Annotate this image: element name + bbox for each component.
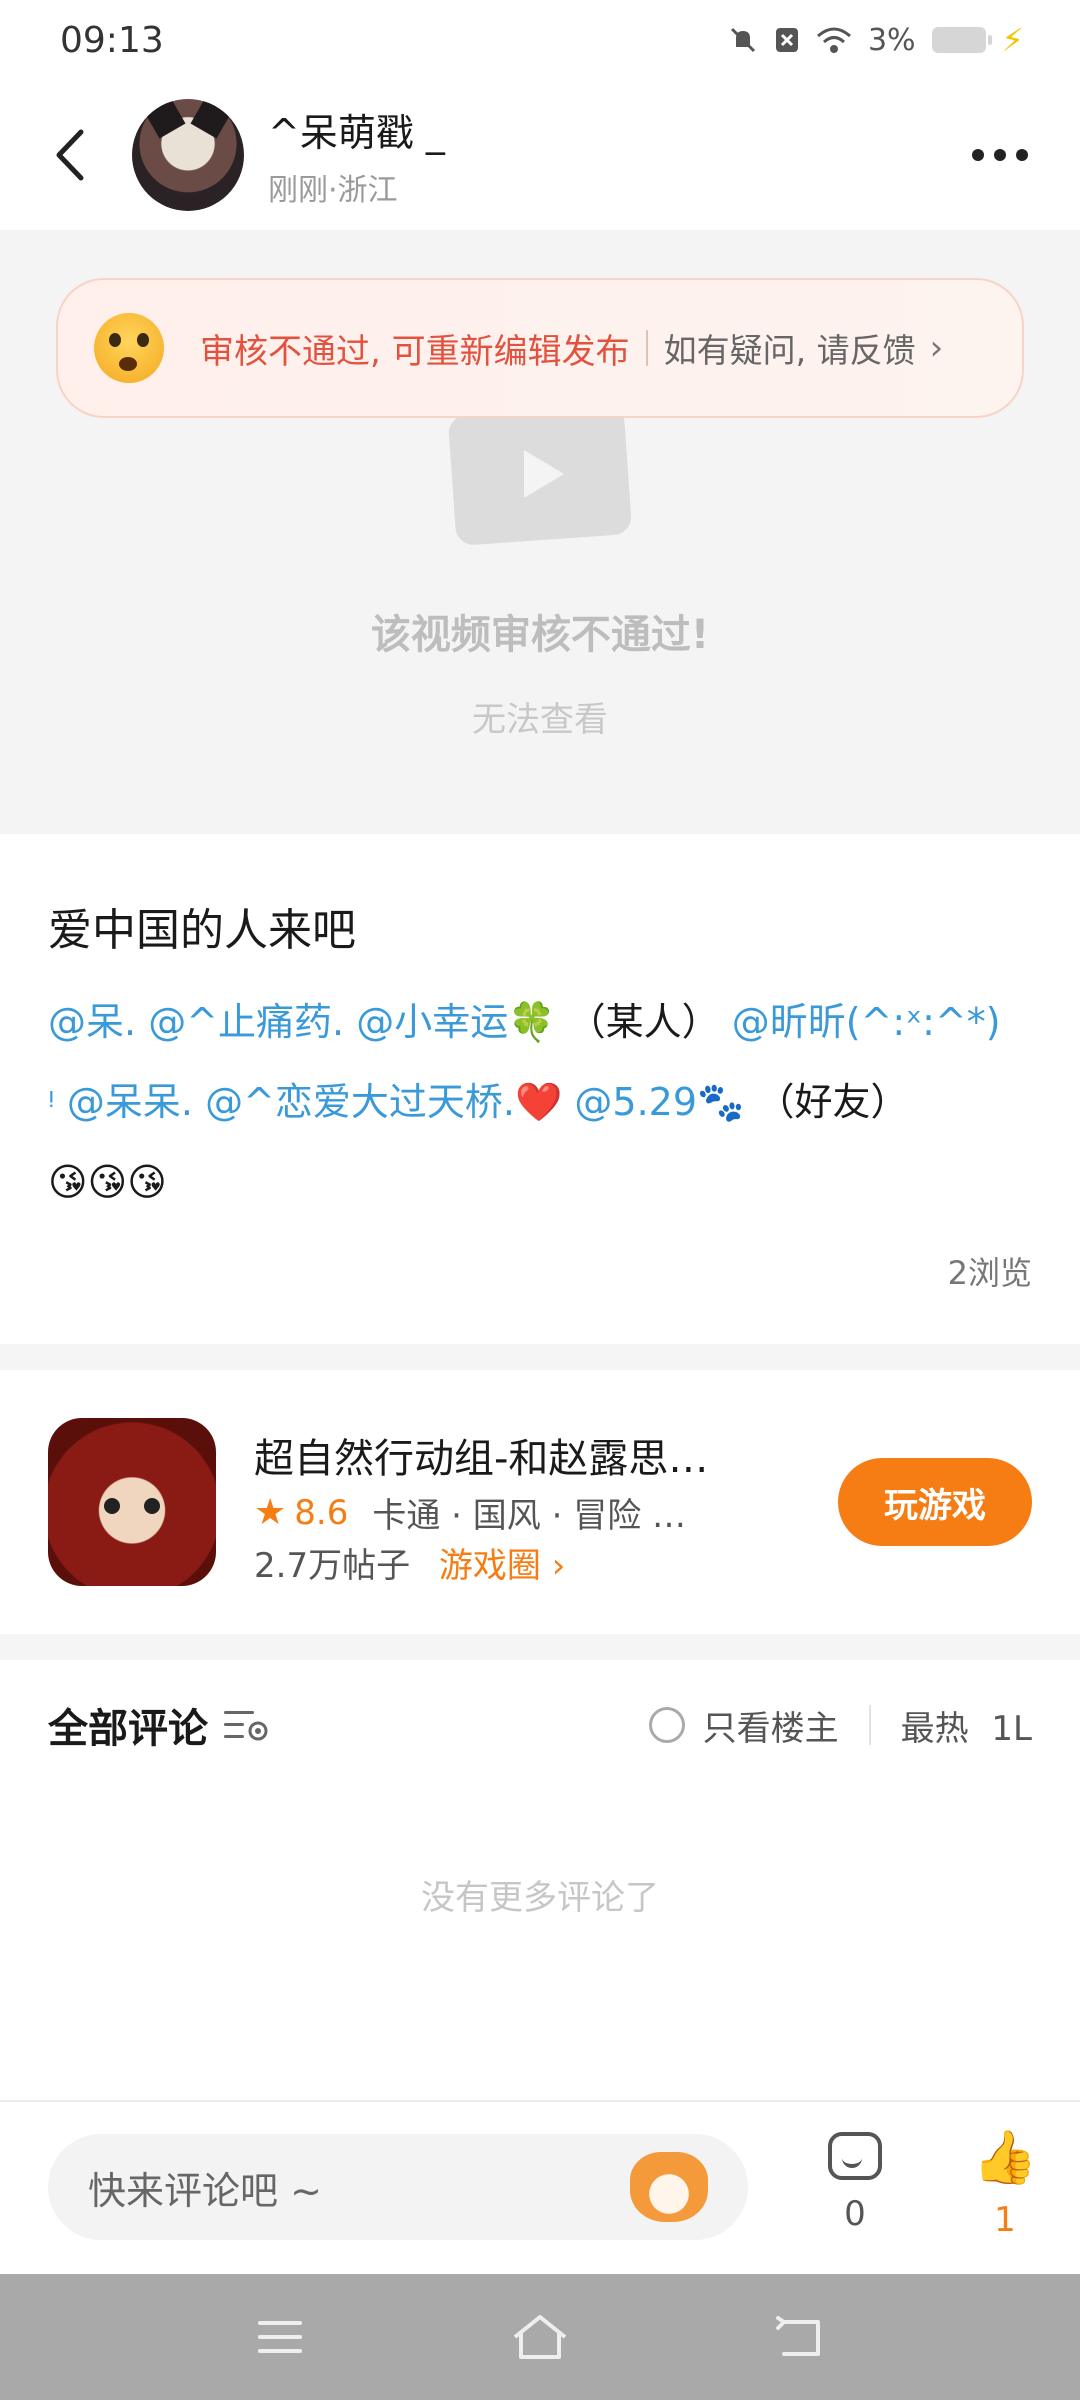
mention-link[interactable]: @呆. xyxy=(48,1000,136,1044)
no-more-comments: 没有更多评论了 xyxy=(421,1878,659,1918)
back-arrow-icon xyxy=(776,2316,820,2356)
post-header: ^呆萌戳 _ 刚刚·浙江 xyxy=(0,80,1080,230)
game-circle-link[interactable]: 游戏圈 › xyxy=(439,1546,565,1586)
status-time: 09:13 xyxy=(60,19,164,61)
avatar-ear-left xyxy=(144,99,186,139)
user-name: ^呆萌戳 _ xyxy=(268,110,445,155)
view-count: 2浏览 xyxy=(947,1254,1032,1292)
only-op-label: 只看楼主 xyxy=(702,1708,839,1749)
game-tags: 卡通 · 国风 · 冒险 … xyxy=(372,1496,687,1536)
user-info[interactable]: ^呆萌戳 _ 刚刚·浙江 xyxy=(268,102,960,209)
wifi-icon xyxy=(816,27,851,53)
game-card[interactable]: 超自然行动组-和赵露思… ★ 8.6 卡通 · 国风 · 冒险 … 2.7万帖子… xyxy=(0,1370,1080,1634)
comment-filter-icon[interactable] xyxy=(224,1705,272,1745)
mention-link[interactable]: @5.29🐾 xyxy=(574,1080,744,1124)
post-time-location: 刚刚·浙江 xyxy=(268,172,398,208)
comment-button[interactable]: 0 xyxy=(820,2132,890,2252)
star-icon: ★ xyxy=(254,1492,287,1533)
game-icon[interactable] xyxy=(48,1418,216,1586)
post-body: @呆. @^止痛药. @小幸运🍀 （某人） @昕昕(^:ˣ:^*) ᵎ @呆呆.… xyxy=(48,982,1038,1222)
status-bar: 09:13 3% ⚡ xyxy=(0,0,1080,80)
play-icon xyxy=(524,450,564,498)
bottom-action-bar: 快来评论吧 ~ 0 👍 1 xyxy=(0,2100,1080,2274)
game-meta: ★ 8.6 卡通 · 国风 · 冒险 … xyxy=(254,1488,686,1537)
avatar-ear-right xyxy=(190,99,232,139)
post-emojis: 😘😘😘 xyxy=(48,1160,167,1204)
thumbs-up-icon: 👍 xyxy=(972,2128,1038,2188)
comments-header: 全部评论 只看楼主 最热 1L xyxy=(0,1660,1080,1790)
battery-percent: 3% xyxy=(867,22,916,58)
game-posts: 2.7万帖子 游戏圈 › xyxy=(254,1538,565,1587)
avatar[interactable] xyxy=(132,99,244,211)
sort-button[interactable]: 最热 1L xyxy=(901,1701,1032,1750)
mute-icon xyxy=(730,27,755,53)
home-icon xyxy=(513,2315,567,2359)
gear-icon xyxy=(248,1721,268,1741)
back-button[interactable] xyxy=(40,120,100,190)
like-count: 1 xyxy=(994,2200,1016,2240)
comments-title: 全部评论 xyxy=(48,1706,208,1752)
review-banner[interactable]: 审核不通过, 可重新编辑发布 如有疑问, 请反馈 › xyxy=(56,278,1024,418)
mention-link[interactable]: @^止痛药. xyxy=(148,1000,344,1044)
worried-emoji-icon xyxy=(94,313,164,383)
more-dot-icon xyxy=(994,149,1006,161)
nav-menu-button[interactable] xyxy=(245,2307,315,2367)
review-failed-text: 审核不通过, 可重新编辑发布 xyxy=(200,331,630,372)
post-title: 爱中国的人来吧 xyxy=(48,905,356,956)
comment-count: 0 xyxy=(844,2194,866,2234)
like-button[interactable]: 👍 1 xyxy=(970,2132,1040,2252)
chevron-right-icon: › xyxy=(929,328,944,368)
mention-link[interactable]: @呆呆. xyxy=(67,1080,193,1124)
comment-input[interactable]: 快来评论吧 ~ xyxy=(48,2134,748,2240)
post-text: （好友） xyxy=(756,1080,909,1124)
menu-icon xyxy=(258,2321,302,2353)
game-post-count: 2.7万帖子 xyxy=(254,1546,411,1586)
video-failed-subtitle: 无法查看 xyxy=(472,700,608,740)
nav-home-button[interactable] xyxy=(505,2307,575,2367)
system-nav-bar xyxy=(0,2274,1080,2400)
comment-placeholder: 快来评论吧 ~ xyxy=(88,2168,322,2213)
comment-icon xyxy=(828,2132,882,2180)
play-game-button[interactable]: 玩游戏 xyxy=(838,1458,1032,1546)
section-divider xyxy=(0,1344,1080,1370)
video-placeholder-icon xyxy=(447,404,633,560)
game-title[interactable]: 超自然行动组-和赵露思… xyxy=(254,1426,754,1484)
radio-icon xyxy=(648,1707,685,1743)
battery-icon xyxy=(931,27,992,53)
sort-label: 最热 xyxy=(900,1708,969,1749)
video-area: 审核不通过, 可重新编辑发布 如有疑问, 请反馈 › 该视频审核不通过! 无法查… xyxy=(0,230,1080,834)
more-dot-icon xyxy=(972,149,984,161)
status-icons: 3% ⚡ xyxy=(728,21,1024,59)
section-divider xyxy=(0,1634,1080,1660)
game-rating: 8.6 xyxy=(294,1492,349,1533)
sort-extra: 1L xyxy=(991,1708,1032,1749)
charging-icon: ⚡ xyxy=(1001,21,1024,59)
post-content: 爱中国的人来吧 @呆. @^止痛药. @小幸运🍀 （某人） @昕昕(^:ˣ:^*… xyxy=(0,834,1080,1344)
more-options-button[interactable] xyxy=(960,125,1040,185)
nav-back-button[interactable] xyxy=(765,2307,835,2367)
more-dot-icon xyxy=(1016,149,1028,161)
banner-divider xyxy=(645,330,648,366)
mention-link[interactable]: @^恋爱大过天桥.❤️ xyxy=(205,1080,562,1124)
video-failed-title: 该视频审核不通过! xyxy=(370,612,710,658)
notification-off-icon xyxy=(775,28,798,52)
feedback-link[interactable]: 如有疑问, 请反馈 xyxy=(664,324,916,372)
sort-divider xyxy=(868,1705,871,1745)
mention-link[interactable]: @小幸运🍀 xyxy=(356,1000,555,1044)
mascot-emoji-icon[interactable] xyxy=(630,2152,708,2222)
mention-link[interactable]: @昕昕(^:ˣ:^*) xyxy=(732,1000,1001,1044)
post-text: （某人） xyxy=(567,1000,720,1044)
back-icon xyxy=(56,129,84,181)
only-op-toggle[interactable]: 只看楼主 xyxy=(648,1701,839,1750)
mention-link-continued[interactable]: ᵎ xyxy=(48,1080,55,1124)
